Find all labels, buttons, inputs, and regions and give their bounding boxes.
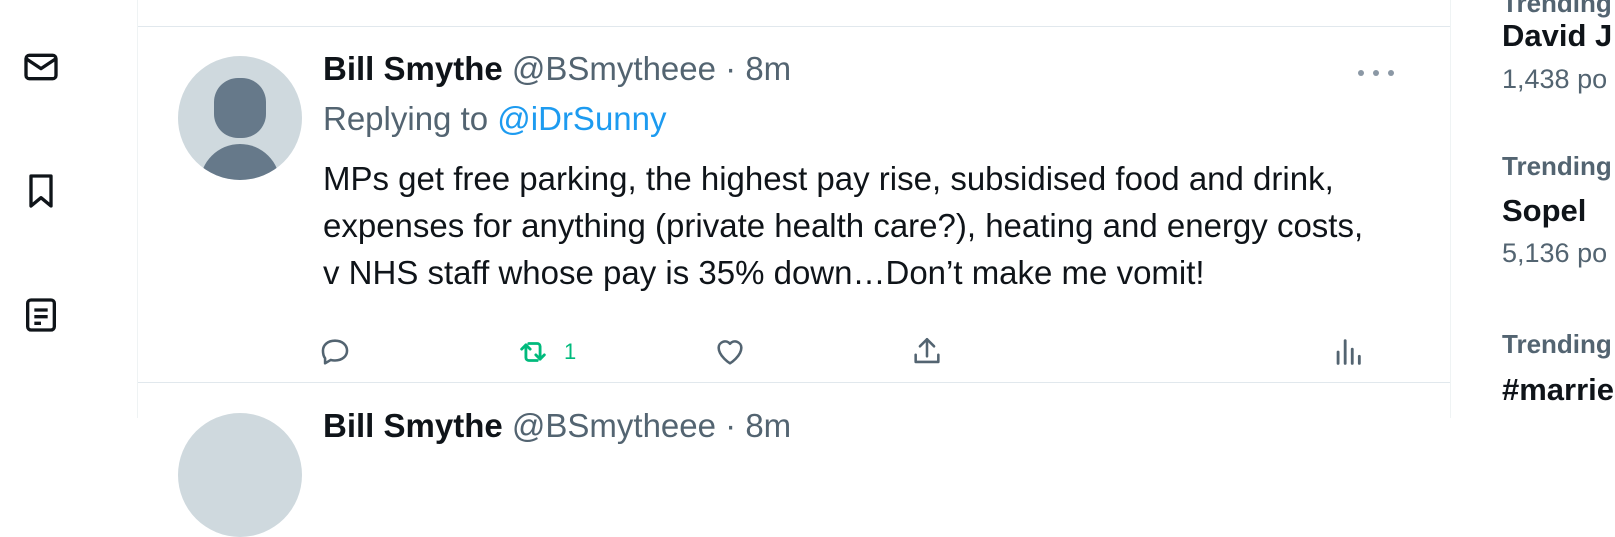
- next-author-name[interactable]: Bill Smythe: [323, 407, 503, 444]
- author-handle[interactable]: @BSmytheee: [512, 50, 716, 87]
- replying-to: Replying to @iDrSunny: [323, 99, 1383, 139]
- author-name[interactable]: Bill Smythe: [323, 50, 503, 87]
- reply-button[interactable]: [318, 332, 352, 372]
- left-nav: [0, 0, 137, 418]
- tweet-time[interactable]: 8m: [745, 50, 791, 87]
- trend-count: 1,438 po: [1502, 64, 1608, 94]
- trend-label: Trending: [1502, 0, 1612, 18]
- next-tweet-time[interactable]: 8m: [745, 407, 791, 444]
- next-separator-dot: ·: [725, 407, 737, 444]
- replying-prefix: Replying to: [323, 100, 489, 137]
- lists-icon[interactable]: [20, 294, 62, 336]
- trending-panel: Trending David J 1,438 po Trending Sopel…: [1490, 0, 1615, 418]
- tweet-content: Bill Smythe @BSmytheee · 8m Replying to …: [323, 49, 1383, 296]
- retweet-button[interactable]: 1: [516, 332, 576, 372]
- timeline: Bill Smythe @BSmytheee · 8m Replying to …: [137, 0, 1451, 537]
- avatar-head: [214, 78, 266, 138]
- trend-label: Trending: [1502, 329, 1612, 359]
- more-options-icon[interactable]: [1358, 63, 1394, 83]
- heart-icon: [717, 340, 743, 365]
- tweet[interactable]: Bill Smythe @BSmytheee · 8m Replying to …: [138, 27, 1450, 383]
- analytics-button[interactable]: [1331, 332, 1365, 372]
- trend-title[interactable]: David J: [1502, 18, 1612, 54]
- share-button[interactable]: [910, 332, 944, 372]
- bookmark-icon[interactable]: [20, 170, 62, 212]
- next-tweet-avatar[interactable]: [178, 413, 302, 537]
- dot: [1358, 70, 1364, 76]
- trend-title[interactable]: #marrie: [1502, 372, 1614, 408]
- trend-count: 5,136 po: [1502, 238, 1608, 268]
- avatar[interactable]: [178, 56, 302, 180]
- replying-to-link[interactable]: @iDrSunny: [497, 100, 666, 137]
- retweet-icon: [520, 342, 546, 362]
- avatar-body: [200, 144, 280, 180]
- next-author-handle[interactable]: @BSmytheee: [512, 407, 716, 444]
- trend-label: Trending: [1502, 151, 1612, 181]
- dot: [1388, 70, 1394, 76]
- separator-dot: ·: [725, 50, 737, 87]
- share-icon: [914, 337, 940, 364]
- mail-icon[interactable]: [20, 46, 62, 88]
- tweet-actions: 1: [321, 332, 1368, 372]
- like-button[interactable]: [713, 332, 747, 372]
- divider: [138, 382, 1450, 383]
- trend-title[interactable]: Sopel: [1502, 193, 1586, 229]
- tweet-text: MPs get free parking, the highest pay ri…: [323, 160, 1364, 291]
- next-tweet-header: Bill Smythe @BSmytheee · 8m: [323, 406, 791, 446]
- reply-icon: [321, 339, 349, 365]
- dot: [1373, 70, 1379, 76]
- analytics-icon: [1336, 339, 1361, 365]
- tweet-header: Bill Smythe @BSmytheee · 8m: [323, 49, 1383, 89]
- retweet-count: 1: [564, 339, 577, 364]
